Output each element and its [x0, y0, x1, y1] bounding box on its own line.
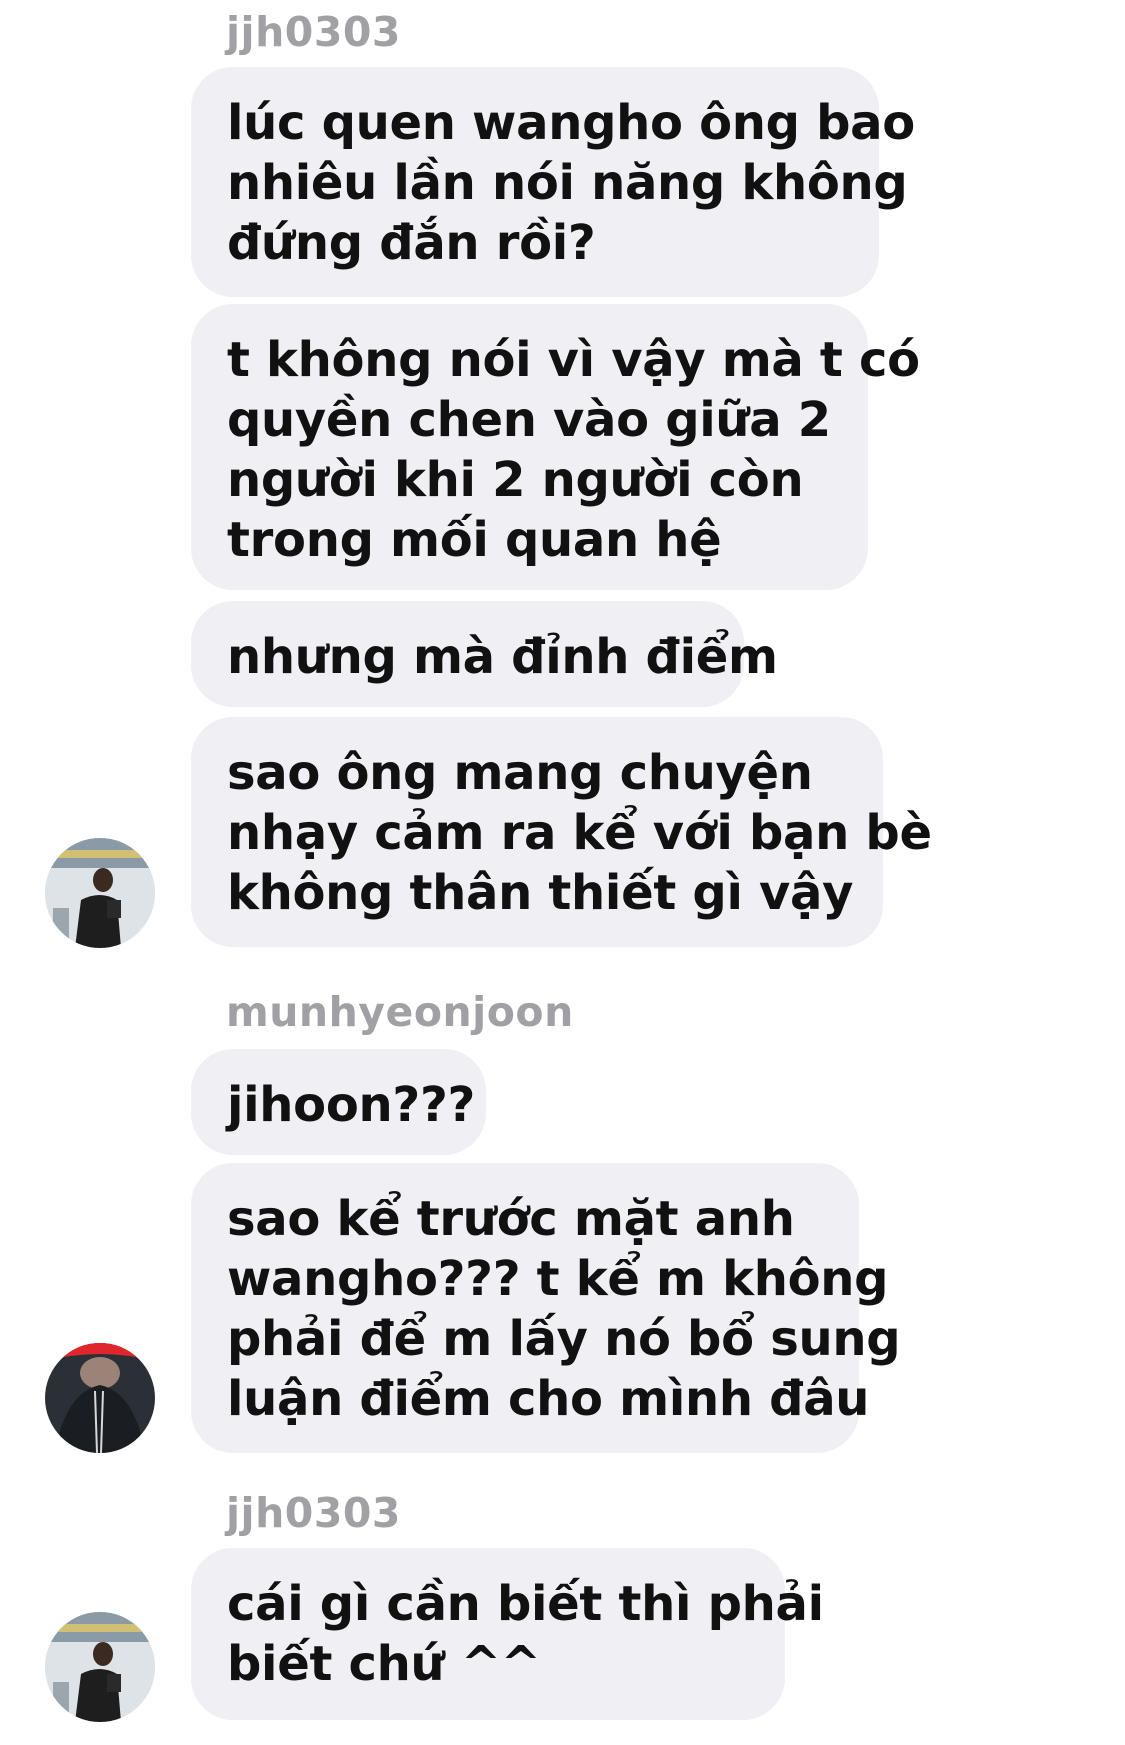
message-line: người khi 2 người còn: [227, 452, 804, 508]
message-bubble[interactable]: lúc quen wangho ông bao nhiêu lần nói nă…: [191, 67, 915, 297]
message-line: nhiêu lần nói năng không: [227, 155, 908, 211]
message-bubble[interactable]: cái gì cần biết thì phải biết chứ ^^: [191, 1548, 824, 1720]
chat-thread: { "thread": { "groups": [ { "sender": "j…: [0, 0, 1125, 1745]
message-line: không thân thiết gì vậy: [227, 865, 854, 921]
message-line: phải để m lấy nó bổ sung: [227, 1311, 901, 1367]
message-line: đứng đắn rồi?: [227, 215, 596, 271]
message-line: quyền chen vào giữa 2: [227, 392, 831, 448]
user-avatar-icon[interactable]: [45, 838, 155, 948]
message-line: t không nói vì vậy mà t có: [227, 332, 920, 388]
message-line: cái gì cần biết thì phải: [227, 1576, 824, 1632]
message-line: lúc quen wangho ông bao: [227, 95, 915, 151]
sender-name: jjh0303: [226, 8, 401, 56]
message-bubble[interactable]: t không nói vì vậy mà t có quyền chen và…: [191, 304, 920, 590]
sender-name: jjh0303: [226, 1489, 401, 1537]
sender-name: munhyeonjoon: [226, 988, 574, 1036]
message-bubble[interactable]: nhưng mà đỉnh điểm: [191, 601, 778, 707]
user-avatar-icon[interactable]: [45, 1343, 155, 1453]
message-line: sao kể trước mặt anh: [227, 1191, 795, 1247]
message-line: trong mối quan hệ: [227, 512, 722, 568]
message-bubble[interactable]: jihoon???: [191, 1049, 486, 1155]
user-avatar-icon[interactable]: [45, 1612, 155, 1722]
message-line: luận điểm cho mình đâu: [227, 1371, 870, 1427]
avatar-photo: [45, 1343, 155, 1453]
message-line: nhưng mà đỉnh điểm: [227, 629, 778, 685]
message-bubble[interactable]: sao kể trước mặt anh wangho??? t kể m kh…: [191, 1163, 901, 1453]
message-line: sao ông mang chuyện: [227, 745, 813, 801]
message-line: nhạy cảm ra kể với bạn bè: [227, 805, 932, 861]
avatar-photo: [45, 838, 155, 948]
message-bubble[interactable]: sao ông mang chuyện nhạy cảm ra kể với b…: [191, 717, 932, 947]
avatar-photo: [45, 1612, 155, 1722]
message-line: jihoon???: [227, 1077, 476, 1133]
message-line: wangho??? t kể m không: [227, 1251, 889, 1307]
message-line: biết chứ ^^: [227, 1636, 541, 1692]
